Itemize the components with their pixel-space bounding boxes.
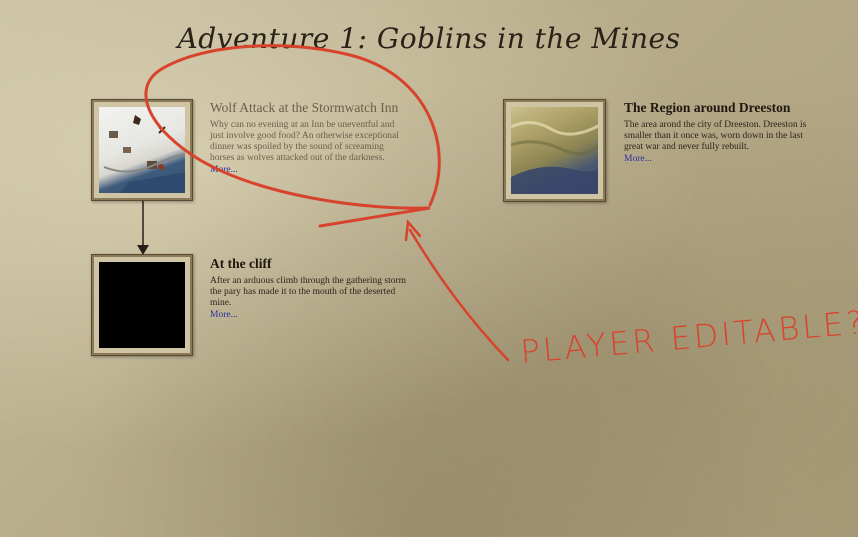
card-thumbnail-cliff[interactable] [91, 254, 193, 356]
card-thumbnail-region[interactable] [503, 99, 606, 202]
annotation-arrow [408, 228, 510, 362]
annotation-arrowhead [404, 219, 422, 242]
cliff-image [99, 262, 185, 348]
card-text-wolf-attack: Wolf Attack at the Stormwatch Inn Why ca… [210, 100, 410, 175]
more-link[interactable]: More... [210, 310, 410, 320]
card-title: The Region around Dreeston [624, 100, 791, 115]
page-title: Adventure 1: Goblins in the Mines [177, 22, 681, 55]
card-description: After an arduous climb through the gathe… [210, 276, 407, 308]
winter-map-image [99, 107, 185, 193]
more-link[interactable]: More... [210, 165, 410, 175]
region-map-image [511, 107, 598, 194]
more-link[interactable]: More... [624, 154, 824, 164]
card-text-cliff: At the cliff After an arduous climb thro… [210, 256, 410, 320]
connector-arrow-icon [137, 201, 149, 255]
card-thumbnail-wolf-attack[interactable] [91, 99, 193, 201]
annotation-text: PLAYER EDITABLE? [519, 302, 858, 372]
card-title: At the cliff [210, 256, 272, 271]
card-description: The area arond the city of Dreeston. Dre… [624, 120, 807, 152]
card-description: Why can no evening at an Inn be uneventf… [210, 120, 399, 163]
card-text-region: The Region around Dreeston The area aron… [624, 100, 824, 164]
card-title: Wolf Attack at the Stormwatch Inn [210, 100, 399, 115]
